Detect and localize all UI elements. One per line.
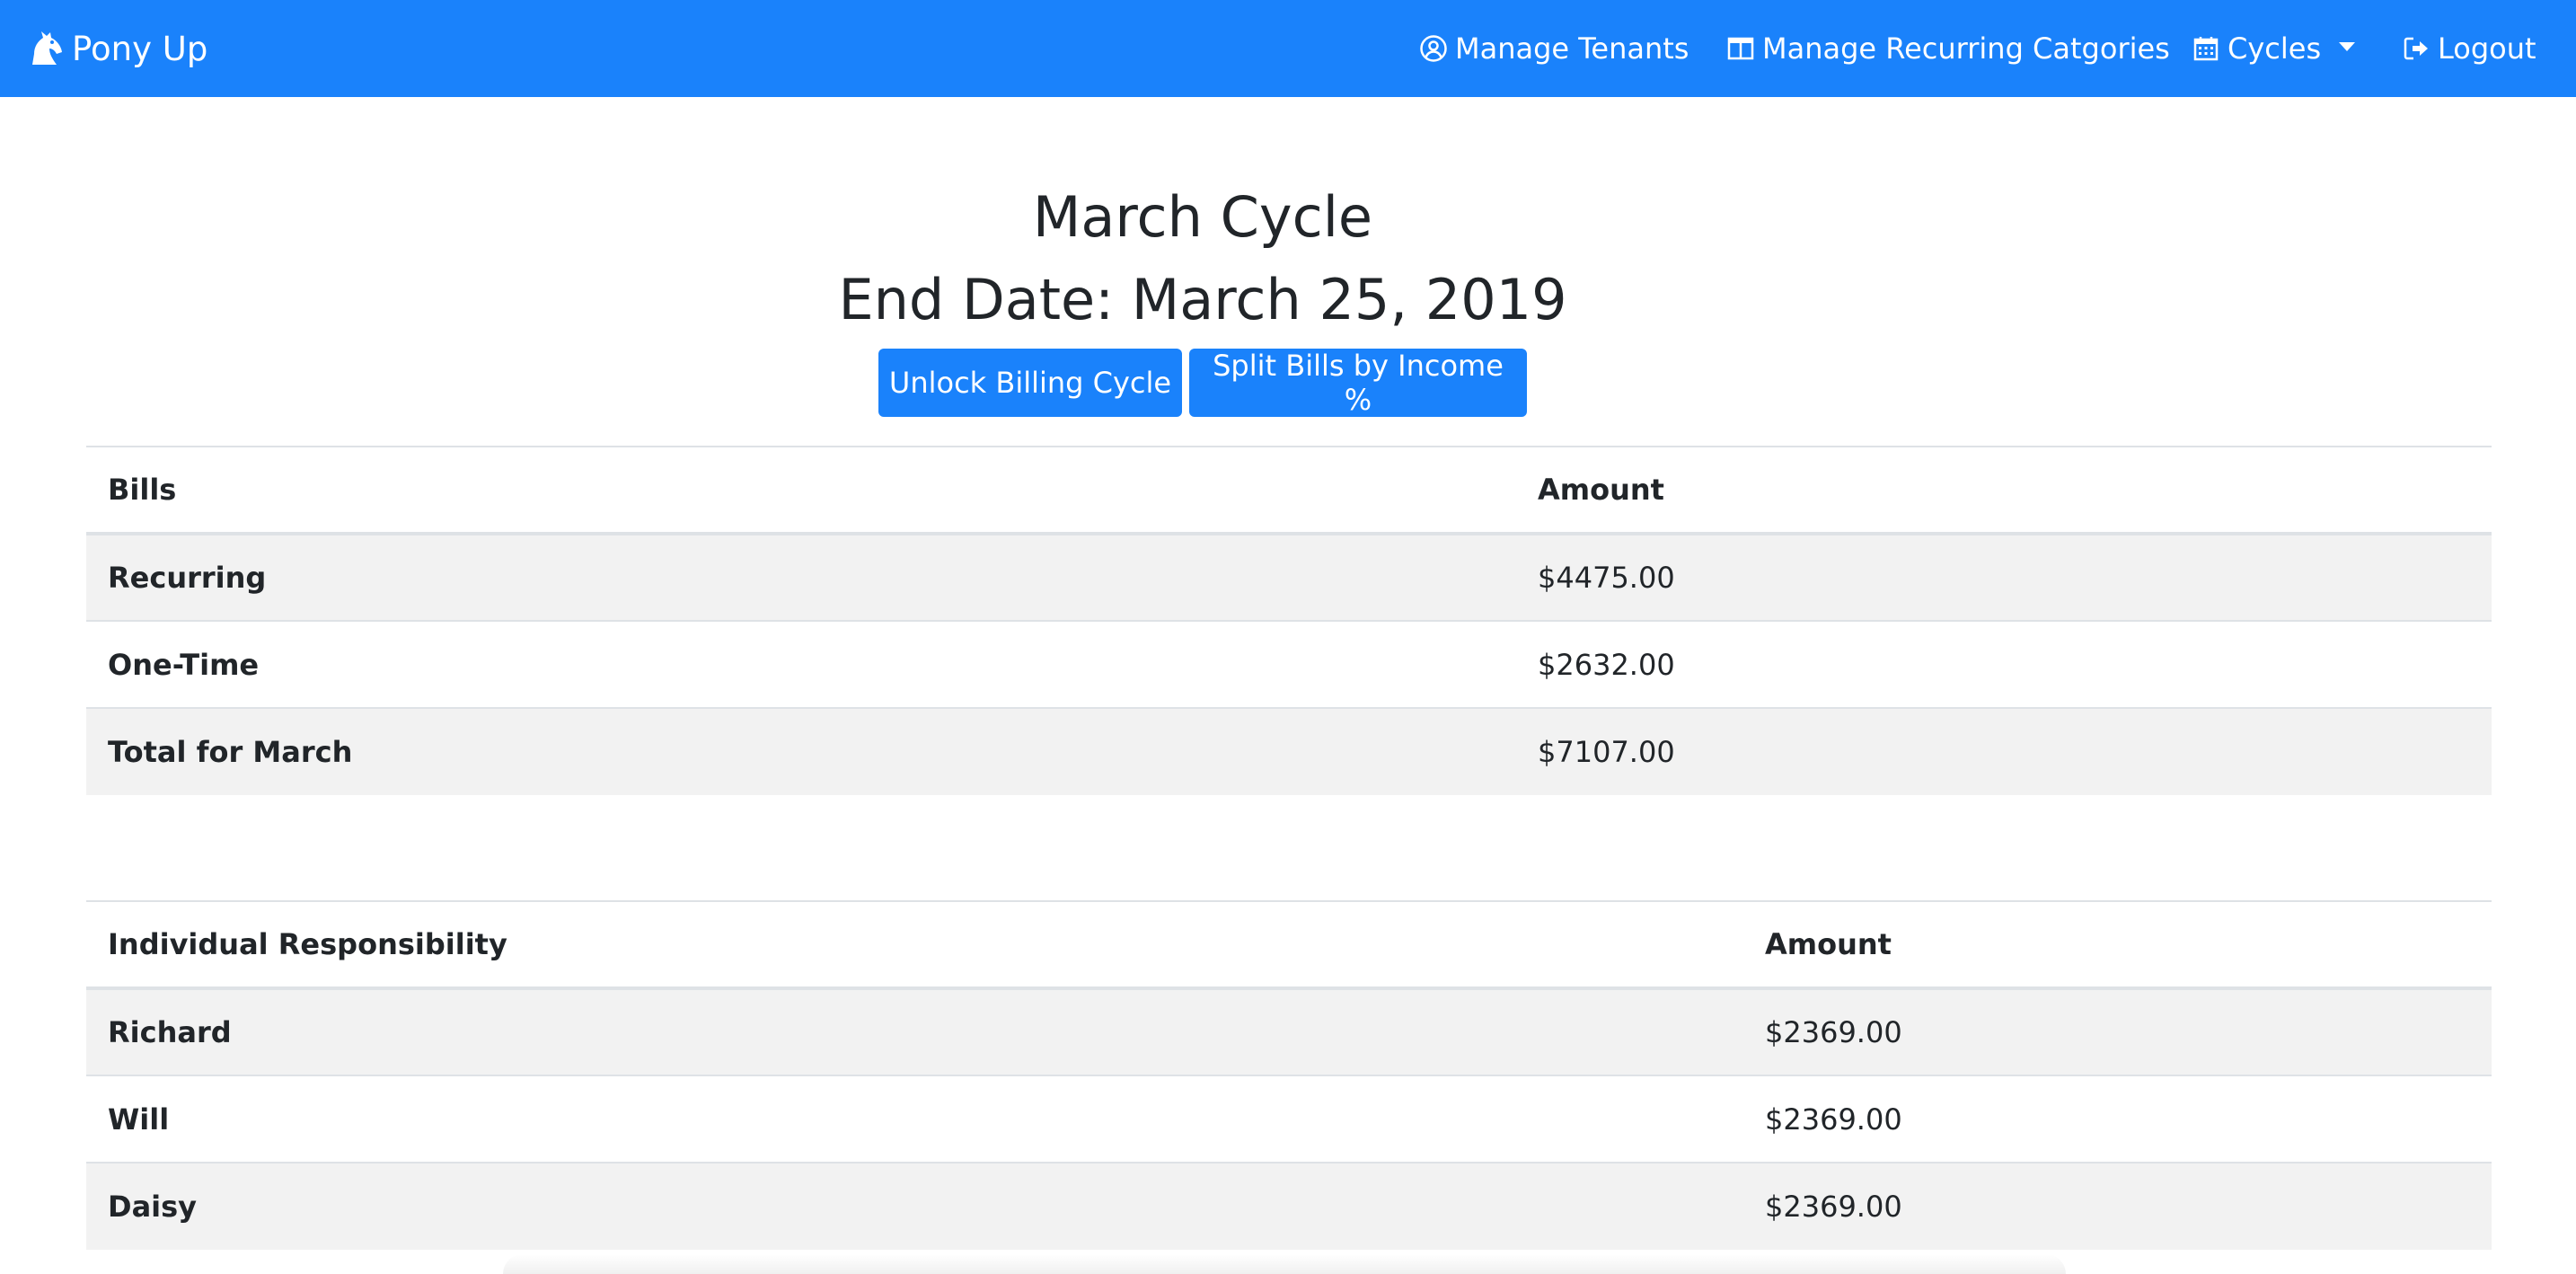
bill-amount: $7107.00 xyxy=(1516,707,2492,795)
nav-manage-recurring-categories[interactable]: Manage Recurring Catgories xyxy=(1726,0,2170,97)
split-bills-by-income-button[interactable]: Split Bills by Income % xyxy=(1189,349,1527,417)
calendar-icon xyxy=(2192,34,2220,63)
user-circle-icon xyxy=(1419,34,1448,63)
horse-head-icon xyxy=(27,29,66,68)
table-row: Will $2369.00 xyxy=(86,1075,2492,1163)
bottom-shadow xyxy=(503,1254,2066,1274)
page-title: March Cycle xyxy=(1032,184,1373,250)
nav-manage-tenants[interactable]: Manage Tenants xyxy=(1419,0,1689,97)
column-header: Bills xyxy=(86,447,1516,535)
table-row: Daisy $2369.00 xyxy=(86,1162,2492,1250)
tenant-amount: $2369.00 xyxy=(1743,987,2492,1075)
bill-amount: $4475.00 xyxy=(1516,533,2492,621)
table-header-row: Bills Amount xyxy=(86,447,2492,535)
nav-label: Cycles xyxy=(2228,31,2322,66)
sign-out-icon xyxy=(2402,34,2430,63)
bill-amount: $2632.00 xyxy=(1516,620,2492,708)
nav-cycles-dropdown[interactable]: Cycles xyxy=(2192,0,2356,97)
columns-icon xyxy=(1726,34,1755,63)
bills-table: Bills Amount Recurring $4475.00 One-Time… xyxy=(86,446,2492,795)
table-row: One-Time $2632.00 xyxy=(86,620,2492,708)
cycle-end-date: End Date: March 25, 2019 xyxy=(838,267,1567,332)
tenant-name: Will xyxy=(86,1075,1743,1163)
chevron-down-icon xyxy=(2339,42,2356,51)
table-row: Richard $2369.00 xyxy=(86,987,2492,1075)
tenant-amount: $2369.00 xyxy=(1743,1075,2492,1163)
table-header-row: Individual Responsibility Amount xyxy=(86,901,2492,990)
top-navbar: Pony Up Manage Tenants Manage Recurring … xyxy=(0,0,2576,97)
column-header: Amount xyxy=(1743,901,2492,990)
tenant-name: Richard xyxy=(86,987,1743,1075)
tenant-name: Daisy xyxy=(86,1162,1743,1250)
table-row: Total for March $7107.00 xyxy=(86,707,2492,795)
brand-name: Pony Up xyxy=(72,29,208,68)
column-header: Individual Responsibility xyxy=(86,901,1743,990)
tenant-amount: $2369.00 xyxy=(1743,1162,2492,1250)
bill-label: Total for March xyxy=(86,707,1516,795)
unlock-billing-cycle-button[interactable]: Unlock Billing Cycle xyxy=(878,349,1182,417)
nav-label: Manage Tenants xyxy=(1455,31,1689,66)
individual-responsibility-table: Individual Responsibility Amount Richard… xyxy=(86,900,2492,1250)
nav-label: Manage Recurring Catgories xyxy=(1762,31,2170,66)
brand-link[interactable]: Pony Up xyxy=(27,0,207,97)
bill-label: One-Time xyxy=(86,620,1516,708)
table-row: Recurring $4475.00 xyxy=(86,533,2492,621)
bill-label: Recurring xyxy=(86,533,1516,621)
nav-label: Logout xyxy=(2438,31,2536,66)
nav-logout[interactable]: Logout xyxy=(2402,0,2536,97)
column-header: Amount xyxy=(1516,447,2492,535)
